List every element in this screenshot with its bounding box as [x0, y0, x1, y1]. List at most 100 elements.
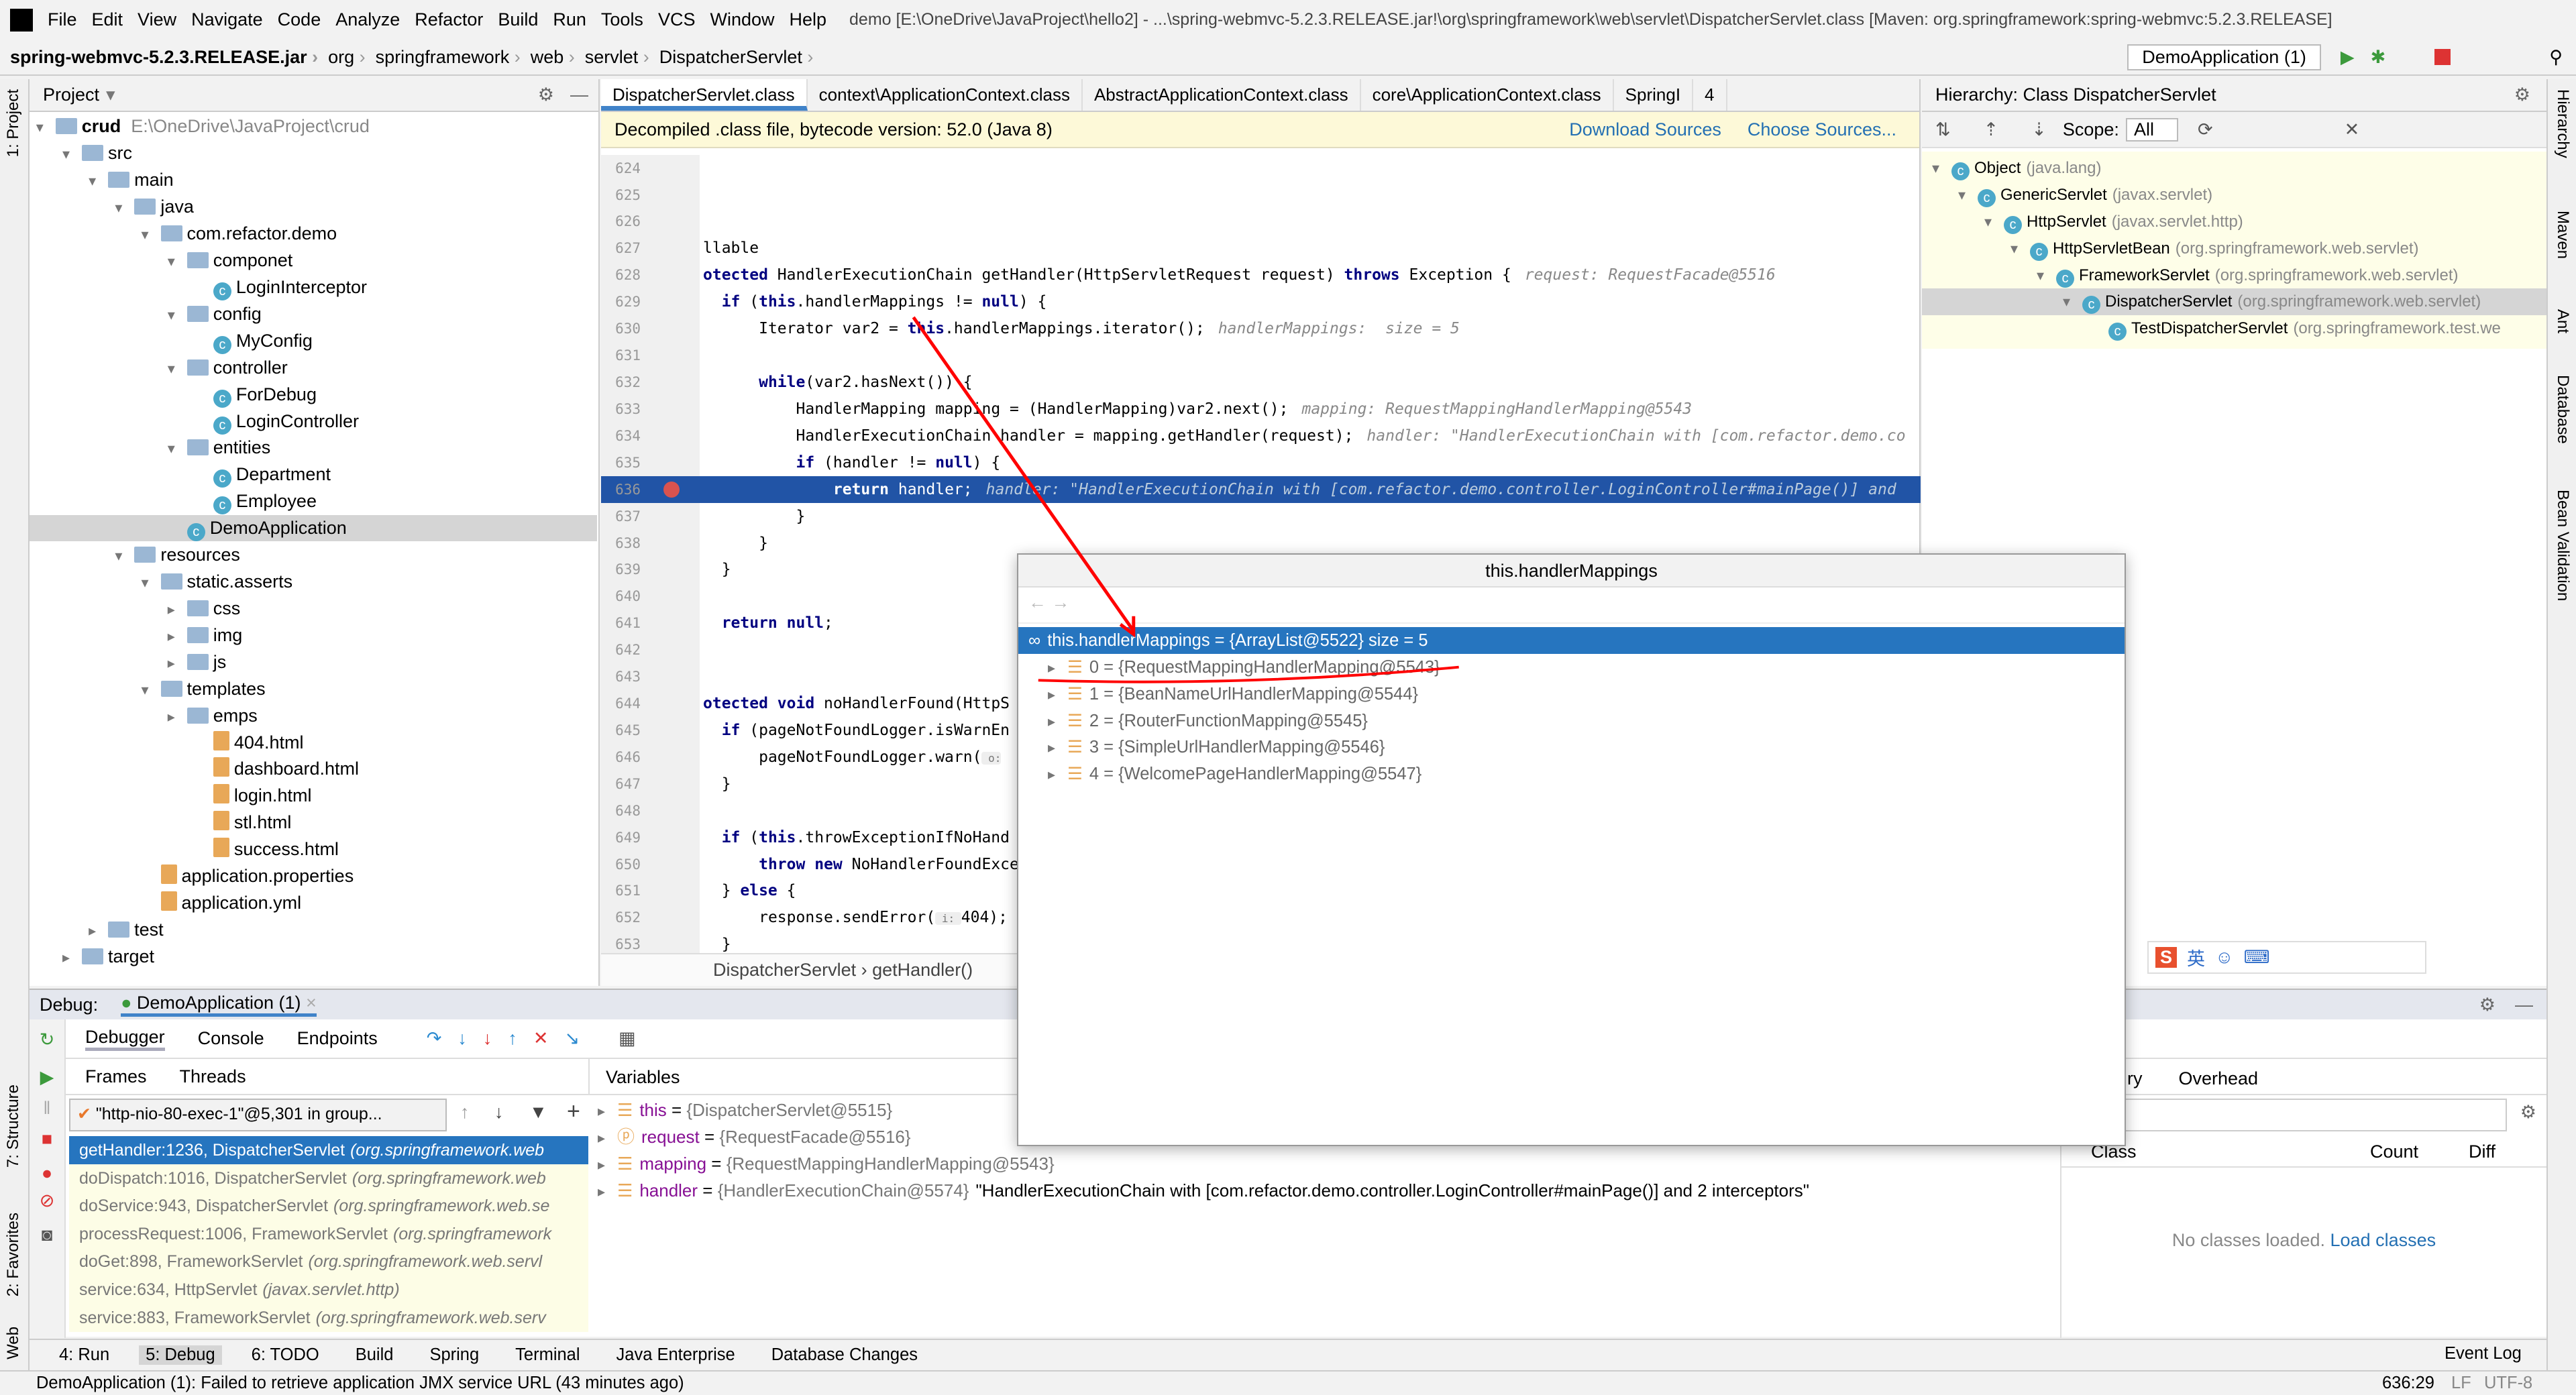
chevron-right-icon[interactable]: ▸	[168, 704, 187, 730]
close-icon[interactable]: ×	[306, 993, 317, 1013]
down-icon[interactable]: ↓	[494, 1102, 504, 1123]
popup-item[interactable]: ▸ ☰ 2 = {RouterFunctionMapping@5545}	[1018, 708, 2125, 734]
refresh-icon[interactable]: ⟳	[2198, 119, 2213, 140]
chevron-right-icon[interactable]: ▸	[1048, 708, 1067, 735]
tab-frames[interactable]: Frames	[85, 1066, 147, 1087]
code-line[interactable]: 637 }	[601, 503, 1921, 530]
rerun-icon[interactable]: ↻	[30, 1029, 64, 1050]
project-view-select[interactable]: Project	[43, 85, 99, 105]
chevron-down-icon[interactable]: ▾	[36, 114, 56, 140]
hierarchy-item[interactable]: c TestDispatcherServlet (org.springframewo…	[1922, 315, 2546, 342]
tab-threads[interactable]: Threads	[180, 1066, 246, 1087]
chevron-down-icon[interactable]: ▾	[168, 435, 187, 461]
variable-row[interactable]: ▸ ☰ mapping = {RequestMappingHandlerMappin…	[598, 1150, 1055, 1177]
breadcrumb-item[interactable]: spring-webmvc-5.2.3.RELEASE.jar	[10, 47, 318, 68]
project-tree-item[interactable]: c LoginController	[30, 408, 597, 435]
chevron-down-icon[interactable]: ▾	[1932, 155, 1951, 182]
run-to-cursor-icon[interactable]: ↘	[565, 1028, 596, 1048]
bottom-tab-java-enterprise[interactable]: Java Enterprise	[610, 1345, 742, 1365]
project-tree-item[interactable]: c ForDebug	[30, 382, 597, 408]
tab-2[interactable]: AbstractApplicationContext.class	[1083, 79, 1361, 111]
stop-icon[interactable]	[2434, 49, 2451, 65]
popup-item[interactable]: ▸ ☰ 4 = {WelcomePageHandlerMapping@5547}	[1018, 761, 2125, 787]
tab-4[interactable]: SpringI	[1614, 79, 1694, 111]
maven-tool-button[interactable]: Maven	[2553, 211, 2572, 259]
view-breakpoints-icon[interactable]: ●	[30, 1163, 64, 1184]
chevron-right-icon[interactable]: ▸	[598, 1178, 617, 1205]
bean-validation-tool-button[interactable]: Bean Validation	[2553, 490, 2572, 601]
menu-view[interactable]: View	[138, 9, 176, 30]
drop-frame-icon[interactable]: ✕	[533, 1028, 565, 1048]
thread-select[interactable]: ✔ "http-nio-80-exec-1"@5,301 in group...	[69, 1099, 447, 1131]
variable-row[interactable]: ▸ ☰ handler = {HandlerExecutionChain@5574}…	[598, 1177, 1809, 1204]
bottom-tab-spring[interactable]: Spring	[423, 1345, 486, 1365]
chevron-right-icon[interactable]: ▸	[168, 623, 187, 649]
database-tool-button[interactable]: Database	[2553, 375, 2572, 444]
code-line[interactable]: 629 if (this.handlerMappings != null) {	[601, 288, 1921, 315]
chevron-down-icon[interactable]: ▾	[168, 302, 187, 328]
col-count[interactable]: Count	[2370, 1141, 2469, 1166]
menu-tools[interactable]: Tools	[601, 9, 643, 30]
step-buttons[interactable]: ↷↓↓↑✕↘	[427, 1028, 596, 1049]
gear-icon[interactable]: ⚙	[2479, 995, 2496, 1015]
project-tree-item[interactable]: c DemoApplication	[30, 515, 597, 542]
file-encoding[interactable]: UTF-8	[2484, 1372, 2532, 1395]
run-config-select[interactable]: DemoApplication (1)	[2127, 44, 2321, 70]
chevron-right-icon[interactable]: ▸	[62, 944, 82, 970]
code-line[interactable]: 636 return handler; handler: "HandlerExec…	[601, 476, 1921, 503]
bottom-tab-6-todo[interactable]: 6: TODO	[245, 1345, 326, 1365]
hierarchy-item[interactable]: ▾ c HttpServletBean (org.springframework.we…	[1922, 235, 2546, 262]
stack-frame[interactable]: service:634, HttpServlet (javax.servlet.h…	[69, 1276, 588, 1304]
memory-search-input[interactable]	[2065, 1099, 2507, 1131]
project-tree-item[interactable]: c Department	[30, 461, 597, 488]
hierarchy-item[interactable]: ▾ c HttpServlet (javax.servlet.http)	[1922, 209, 2546, 235]
menu-build[interactable]: Build	[498, 9, 538, 30]
project-tree-item[interactable]: ▸ css	[30, 596, 597, 622]
menu-help[interactable]: Help	[790, 9, 827, 30]
project-tree-item[interactable]: ▾ resources	[30, 542, 597, 568]
bottom-tab-5-debug[interactable]: 5: Debug	[139, 1345, 222, 1365]
hierarchy-item[interactable]: ▾ c Object (java.lang)	[1922, 155, 2546, 182]
project-tree-item[interactable]: ▸ emps	[30, 703, 597, 729]
hierarchy-item[interactable]: ▾ c GenericServlet (javax.servlet)	[1922, 182, 2546, 209]
project-tree-item[interactable]: ▸ img	[30, 622, 597, 649]
search-icon[interactable]: ⚲	[2549, 47, 2563, 68]
chevron-down-icon[interactable]: ▾	[168, 355, 187, 382]
force-step-into-icon[interactable]: ↓	[483, 1028, 508, 1048]
code-line[interactable]: 630 Iterator var2 = this.handlerMappings…	[601, 315, 1921, 342]
ime-mode[interactable]: 英	[2187, 944, 2205, 970]
popup-item[interactable]: ▸ ☰ 3 = {SimpleUrlHandlerMapping@5546}	[1018, 734, 2125, 761]
project-tree-item[interactable]: stl.html	[30, 810, 597, 836]
variable-row[interactable]: ▸ ⓟ request = {RequestFacade@5516}	[598, 1123, 911, 1150]
project-tree-item[interactable]: ▾ entities	[30, 435, 597, 461]
stack-frame[interactable]: processRequest:1006, FrameworkServlet (or…	[69, 1219, 588, 1248]
filter-icon[interactable]: ▼	[529, 1102, 547, 1123]
tab-1[interactable]: context\ApplicationContext.class	[808, 79, 1083, 111]
forward-icon[interactable]: →	[1052, 592, 1070, 612]
col-diff[interactable]: Diff	[2469, 1141, 2496, 1166]
chevron-down-icon[interactable]: ▾	[1984, 209, 2004, 235]
gear-icon[interactable]: ⚙	[538, 85, 554, 105]
menu-vcs[interactable]: VCS	[658, 9, 696, 30]
class-hierarchy-icon[interactable]: ⇅	[1935, 119, 1951, 140]
popup-item[interactable]: ▸ ☰ 0 = {RequestMappingHandlerMapping@5543…	[1018, 654, 2125, 681]
line-separator[interactable]: LF	[2451, 1372, 2471, 1395]
chevron-right-icon[interactable]: ▸	[89, 917, 108, 944]
gear-icon[interactable]: ⚙	[2514, 85, 2530, 105]
project-tree-item[interactable]: ▾ main	[30, 167, 597, 193]
tab-console[interactable]: Console	[198, 1028, 264, 1049]
chevron-right-icon[interactable]: ▸	[598, 1098, 617, 1125]
code-line[interactable]: 635 if (handler != null) {	[601, 449, 1921, 476]
menu-navigate[interactable]: Navigate	[191, 9, 263, 30]
resume-icon[interactable]: ▶	[30, 1067, 64, 1088]
code-line[interactable]: 624	[601, 155, 1921, 182]
ant-tool-button[interactable]: Ant	[2553, 309, 2572, 333]
code-line[interactable]: 626	[601, 208, 1921, 235]
col-class[interactable]: Class	[2091, 1141, 2370, 1166]
close-icon[interactable]: ✕	[2345, 119, 2360, 140]
chevron-right-icon[interactable]: ▸	[168, 650, 187, 676]
chevron-right-icon[interactable]: ▸	[1048, 681, 1067, 708]
debug-session-tab[interactable]: ● DemoApplication (1) ×	[121, 993, 317, 1017]
subtypes-icon[interactable]: ⇣	[2031, 119, 2047, 140]
chevron-right-icon[interactable]: ▸	[1048, 734, 1067, 761]
